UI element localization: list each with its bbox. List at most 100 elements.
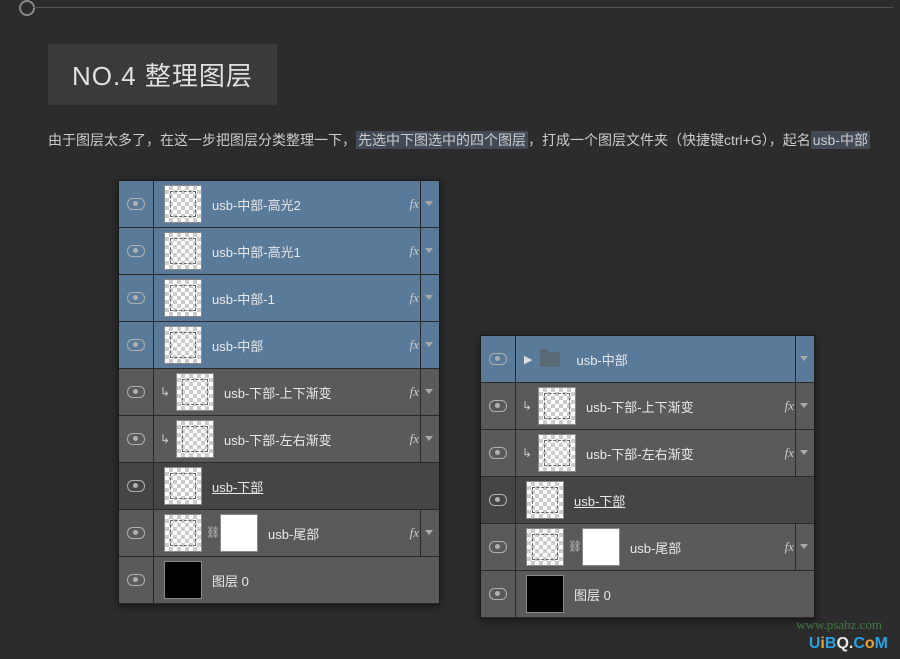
expand-effects-icon[interactable] (420, 510, 437, 556)
fx-indicator[interactable]: fx (785, 539, 794, 555)
layer-thumbnail[interactable] (526, 528, 564, 566)
layer-name[interactable]: usb-下部-左右渐变 (224, 430, 332, 449)
layer-row[interactable]: usb-下部 (119, 463, 439, 510)
layer-name[interactable]: usb-下部-上下渐变 (586, 397, 694, 416)
layer-row[interactable]: usb-中部 fx (119, 322, 439, 369)
visibility-toggle[interactable] (119, 275, 154, 321)
layer-name[interactable]: usb-中部 (212, 336, 263, 355)
fx-indicator[interactable]: fx (410, 196, 419, 212)
visibility-toggle[interactable] (481, 571, 516, 617)
layer-thumbnail[interactable] (538, 434, 576, 472)
eye-icon (127, 386, 145, 398)
eye-icon (127, 339, 145, 351)
layer-name[interactable]: usb-下部-上下渐变 (224, 383, 332, 402)
fx-indicator[interactable]: fx (410, 525, 419, 541)
expand-effects-icon[interactable] (795, 383, 812, 429)
visibility-toggle[interactable] (119, 369, 154, 415)
expand-effects-icon[interactable] (420, 322, 437, 368)
visibility-toggle[interactable] (119, 463, 154, 509)
layer-thumbnail[interactable] (164, 514, 202, 552)
layer-row[interactable]: ↳usb-下部-左右渐变fx (119, 416, 439, 463)
layer-row[interactable]: ↳usb-下部-上下渐变fx (119, 369, 439, 416)
layer-name[interactable]: usb-中部-高光2 (212, 195, 301, 214)
visibility-toggle[interactable] (119, 416, 154, 462)
layer-name[interactable]: usb-下部-左右渐变 (586, 444, 694, 463)
eye-icon (127, 292, 145, 304)
layer-row[interactable]: 图层 0 (119, 557, 439, 604)
layer-thumbnail[interactable] (176, 420, 214, 458)
layer-row[interactable]: ⛓ usb-尾部 fx (119, 510, 439, 557)
visibility-toggle[interactable] (481, 477, 516, 523)
layer-thumbnail[interactable] (164, 326, 202, 364)
layer-row[interactable]: usb-下部 (481, 477, 814, 524)
layer-name[interactable]: usb-中部-1 (212, 289, 275, 308)
layer-content: usb-中部-高光2 (154, 185, 439, 223)
layer-name[interactable]: usb-尾部 (268, 524, 319, 543)
fx-indicator[interactable]: fx (785, 398, 794, 414)
layer-thumbnail[interactable] (526, 575, 564, 613)
layer-thumbnail[interactable] (164, 185, 202, 223)
expand-effects-icon[interactable] (420, 181, 437, 227)
expand-effects-icon[interactable] (420, 228, 437, 274)
layer-mask-thumbnail[interactable] (582, 528, 620, 566)
expand-effects-icon[interactable] (795, 430, 812, 476)
layer-thumbnail[interactable] (164, 279, 202, 317)
layer-thumbnail[interactable] (526, 481, 564, 519)
layer-mask-thumbnail[interactable] (220, 514, 258, 552)
fx-indicator[interactable]: fx (785, 445, 794, 461)
expand-effects-icon[interactable] (795, 336, 812, 382)
folder-icon (540, 352, 560, 367)
eye-icon (127, 433, 145, 445)
layer-row[interactable]: ⛓ usb-尾部 fx (481, 524, 814, 571)
layer-content: ↳usb-下部-左右渐变 (516, 434, 814, 472)
visibility-toggle[interactable] (119, 228, 154, 274)
expand-effects-icon[interactable] (420, 416, 437, 462)
layer-row[interactable]: 图层 0 (481, 571, 814, 618)
layer-content: ▶ usb-中部 (516, 350, 814, 369)
visibility-toggle[interactable] (481, 336, 516, 382)
visibility-toggle[interactable] (481, 430, 516, 476)
eye-icon (489, 541, 507, 553)
layer-row[interactable]: usb-中部-1 fx (119, 275, 439, 322)
layer-thumbnail[interactable] (164, 232, 202, 270)
expand-effects-icon[interactable] (795, 524, 812, 570)
visibility-toggle[interactable] (481, 524, 516, 570)
link-icon[interactable]: ⛓ (206, 526, 216, 540)
fx-indicator[interactable]: fx (410, 384, 419, 400)
visibility-toggle[interactable] (119, 557, 154, 603)
layer-name[interactable]: 图层 0 (574, 585, 611, 604)
layer-thumbnail[interactable] (538, 387, 576, 425)
layer-thumbnail[interactable] (176, 373, 214, 411)
folder-expand-icon[interactable]: ▶ (524, 353, 532, 366)
layer-row[interactable]: ↳usb-下部-左右渐变fx (481, 430, 814, 477)
layer-name[interactable]: usb-尾部 (630, 538, 681, 557)
layer-name[interactable]: usb-中部-高光1 (212, 242, 301, 261)
layer-name[interactable]: usb-下部 (574, 491, 625, 510)
layer-content: 图层 0 (154, 561, 439, 599)
layer-row[interactable]: ▶ usb-中部 (481, 336, 814, 383)
visibility-toggle[interactable] (481, 383, 516, 429)
layer-name[interactable]: 图层 0 (212, 571, 249, 590)
fx-indicator[interactable]: fx (410, 290, 419, 306)
visibility-toggle[interactable] (119, 322, 154, 368)
layer-content: 图层 0 (516, 575, 814, 613)
visibility-toggle[interactable] (119, 181, 154, 227)
fx-indicator[interactable]: fx (410, 431, 419, 447)
expand-effects-icon[interactable] (420, 369, 437, 415)
fx-indicator[interactable]: fx (410, 243, 419, 259)
eye-icon (489, 400, 507, 412)
layer-row[interactable]: usb-中部-高光1 fx (119, 228, 439, 275)
fx-indicator[interactable]: fx (410, 337, 419, 353)
layers-panel-before: usb-中部-高光2fxusb-中部-高光1fxusb-中部-1fxusb-中部… (118, 180, 440, 605)
layer-thumbnail[interactable] (164, 467, 202, 505)
expand-effects-icon[interactable] (420, 275, 437, 321)
layer-row[interactable]: usb-中部-高光2 fx (119, 181, 439, 228)
visibility-toggle[interactable] (119, 510, 154, 556)
layer-name[interactable]: usb-下部 (212, 477, 263, 496)
layer-row[interactable]: ↳usb-下部-上下渐变fx (481, 383, 814, 430)
layers-panel-after: ▶usb-中部↳usb-下部-上下渐变fx↳usb-下部-左右渐变fxusb-下… (480, 335, 815, 619)
eye-icon (489, 494, 507, 506)
layer-name[interactable]: usb-中部 (576, 350, 627, 369)
layer-thumbnail[interactable] (164, 561, 202, 599)
link-icon[interactable]: ⛓ (568, 540, 578, 554)
